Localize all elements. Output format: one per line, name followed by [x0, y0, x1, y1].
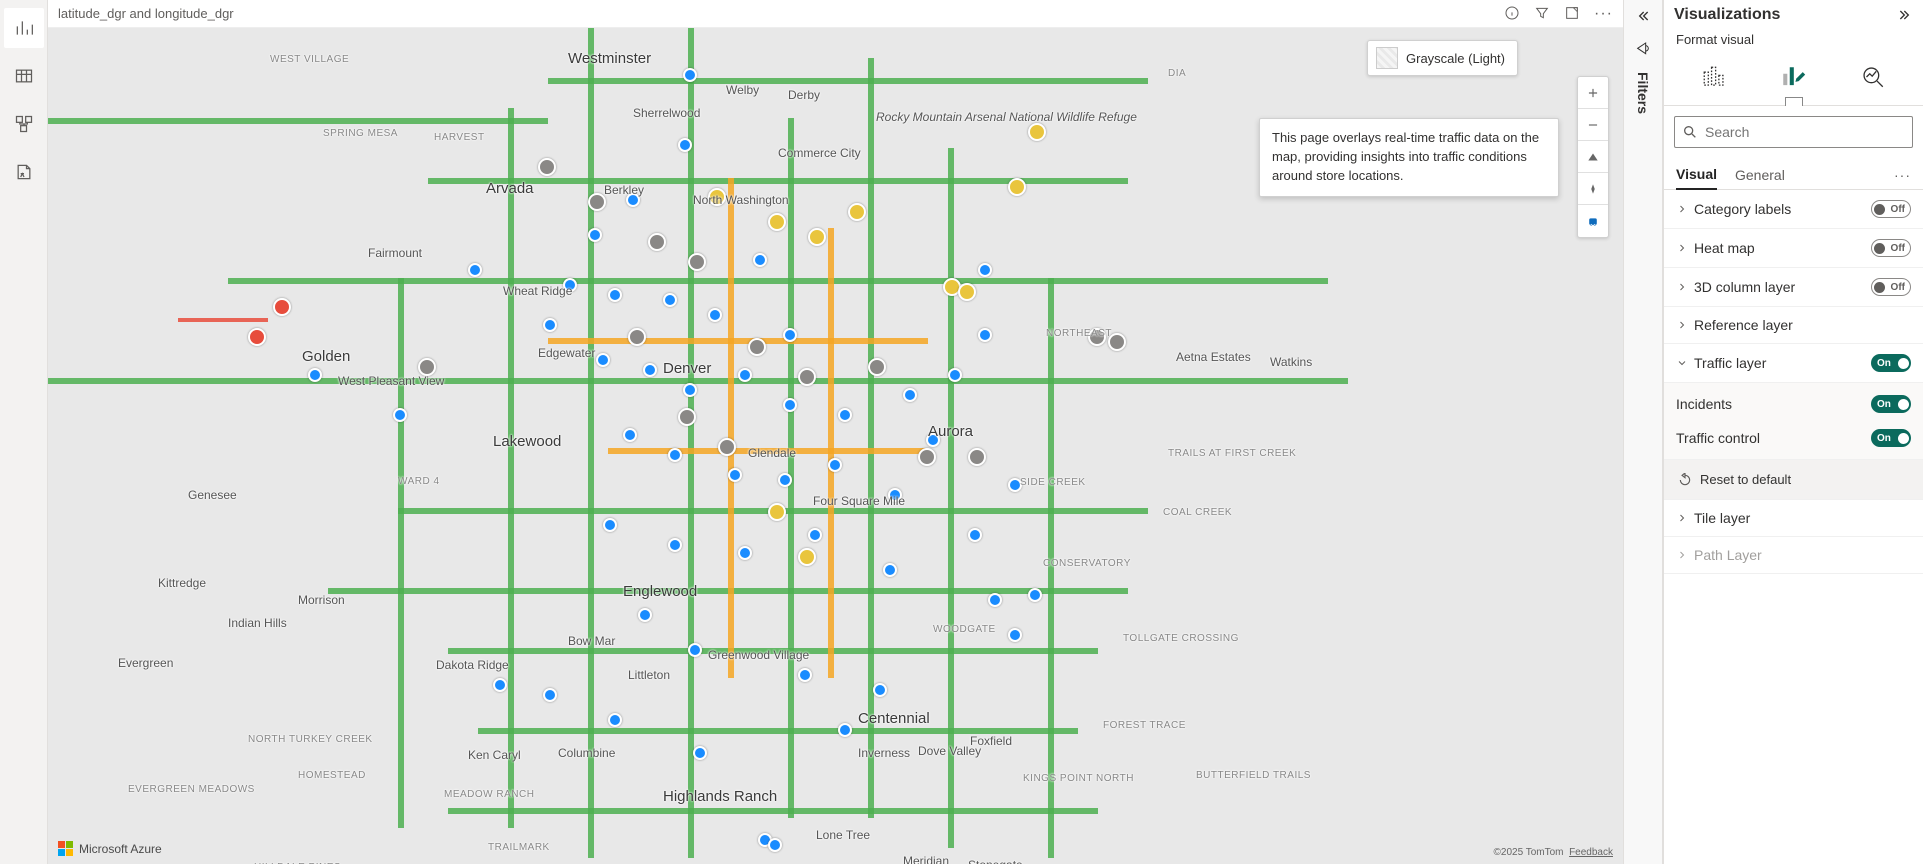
- section-heat-map[interactable]: Heat map Off: [1664, 229, 1923, 268]
- model-view-button[interactable]: [4, 104, 44, 144]
- tabs-more-icon[interactable]: ···: [1894, 167, 1911, 183]
- filters-pane-collapsed: Filters: [1623, 0, 1663, 864]
- map-style-label: Grayscale (Light): [1406, 51, 1505, 66]
- tomtom-attribution: ©2025 TomTom Feedback: [1494, 847, 1613, 858]
- azure-attribution: Microsoft Azure: [58, 841, 162, 856]
- info-tooltip: This page overlays real-time traffic dat…: [1259, 118, 1559, 197]
- pitch-reset-button[interactable]: [1578, 141, 1608, 173]
- dax-view-button[interactable]: [4, 152, 44, 192]
- format-search-input[interactable]: [1674, 116, 1913, 148]
- section-path-layer: Path Layer: [1664, 537, 1923, 574]
- visualizations-pane: Visualizations Format visual Visual Gene…: [1663, 0, 1923, 864]
- section-traffic-layer[interactable]: Traffic layer On: [1664, 344, 1923, 383]
- announce-icon[interactable]: [1635, 39, 1651, 68]
- expand-filters-button[interactable]: [1635, 8, 1651, 27]
- sub-incidents: Incidents On: [1676, 387, 1911, 421]
- section-tile-layer[interactable]: Tile layer: [1664, 500, 1923, 537]
- sub-traffic-control: Traffic control On: [1676, 421, 1911, 455]
- reset-to-default-button[interactable]: Reset to default: [1664, 460, 1923, 500]
- toggle-incidents[interactable]: On: [1871, 395, 1911, 413]
- focus-mode-icon[interactable]: [1564, 5, 1580, 21]
- more-options-icon[interactable]: ···: [1594, 5, 1613, 23]
- azure-map[interactable]: Westminster Arvada Golden Lakewood Denve…: [48, 28, 1623, 864]
- reset-icon: [1678, 473, 1692, 487]
- chevron-right-icon: [1676, 203, 1688, 215]
- chevron-right-icon: [1676, 549, 1688, 561]
- toggle-traffic-layer[interactable]: On: [1871, 354, 1911, 372]
- toggle-3d-column[interactable]: Off: [1871, 278, 1911, 296]
- main-visual-area: latitude_dgr and longitude_dgr ···: [48, 0, 1623, 864]
- section-3d-column-layer[interactable]: 3D column layer Off: [1664, 268, 1923, 307]
- tab-visual[interactable]: Visual: [1676, 160, 1717, 190]
- traffic-toggle-button[interactable]: [1578, 205, 1608, 237]
- map-control-stack: [1577, 76, 1609, 238]
- info-icon[interactable]: [1504, 5, 1520, 21]
- viz-pane-title: Visualizations: [1674, 6, 1780, 24]
- viz-pane-subtitle: Format visual: [1664, 30, 1923, 55]
- section-reference-layer[interactable]: Reference layer: [1664, 307, 1923, 344]
- section-category-labels[interactable]: Category labels Off: [1664, 190, 1923, 229]
- report-view-button[interactable]: [4, 8, 44, 48]
- chevron-right-icon: [1676, 512, 1688, 524]
- visual-title: latitude_dgr and longitude_dgr: [58, 6, 234, 21]
- toggle-category-labels[interactable]: Off: [1871, 200, 1911, 218]
- toggle-traffic-control[interactable]: On: [1871, 429, 1911, 447]
- collapse-viz-pane-button[interactable]: [1897, 7, 1913, 23]
- left-nav-rail: [0, 0, 48, 864]
- chevron-down-icon: [1676, 357, 1688, 369]
- analytics-button[interactable]: [1855, 59, 1891, 95]
- format-visual-button[interactable]: [1775, 59, 1811, 95]
- compass-button[interactable]: [1578, 173, 1608, 205]
- toggle-heat-map[interactable]: Off: [1871, 239, 1911, 257]
- style-swatch-icon: [1376, 47, 1398, 69]
- filter-icon[interactable]: [1534, 5, 1550, 21]
- chevron-right-icon: [1676, 281, 1688, 293]
- build-visual-button[interactable]: [1696, 59, 1732, 95]
- zoom-in-button[interactable]: [1578, 77, 1608, 109]
- map-style-picker[interactable]: Grayscale (Light): [1367, 40, 1518, 76]
- tab-general[interactable]: General: [1735, 161, 1785, 189]
- chevron-right-icon: [1676, 319, 1688, 331]
- search-icon: [1682, 124, 1698, 140]
- zoom-out-button[interactable]: [1578, 109, 1608, 141]
- visual-header: latitude_dgr and longitude_dgr ···: [48, 0, 1623, 28]
- feedback-link[interactable]: Feedback: [1569, 847, 1613, 858]
- filters-label: Filters: [1635, 72, 1651, 114]
- table-view-button[interactable]: [4, 56, 44, 96]
- chevron-right-icon: [1676, 242, 1688, 254]
